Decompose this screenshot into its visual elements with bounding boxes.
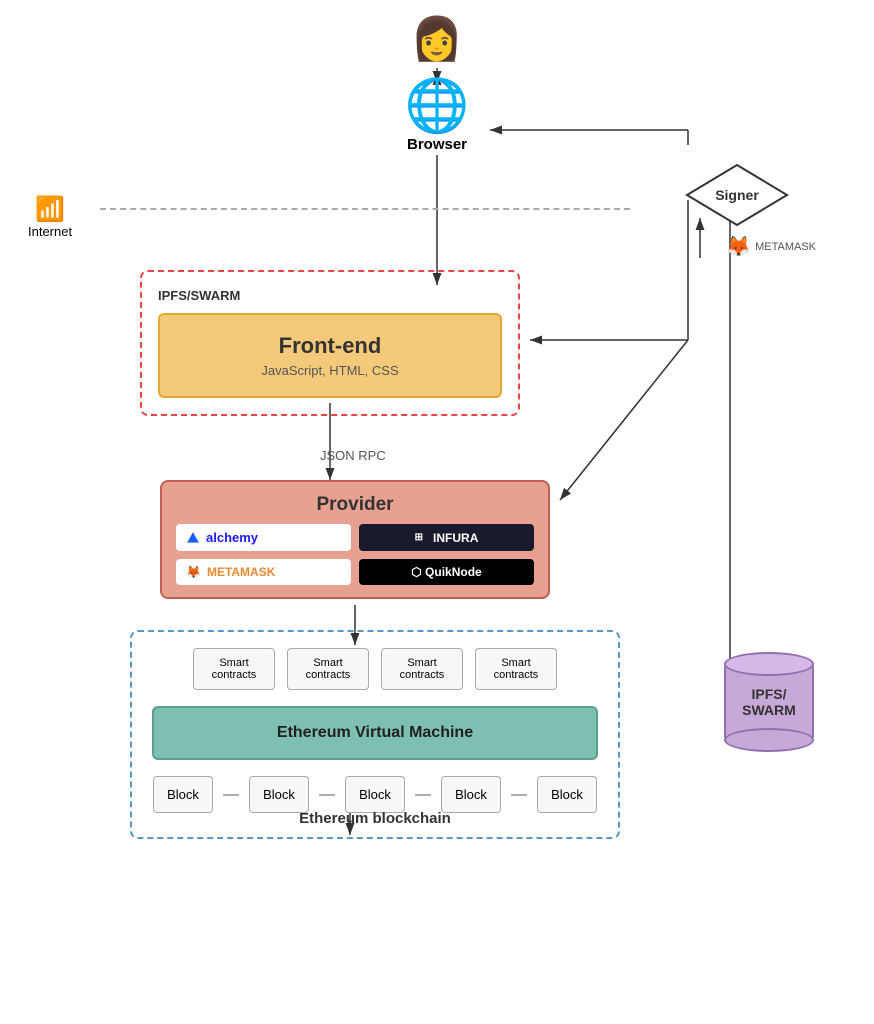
metamask-fox-icon: 🦊 [726,234,751,259]
evm-box: Ethereum Virtual Machine [152,706,598,760]
block-connector-3: — [415,786,431,804]
frontend-subtitle: JavaScript, HTML, CSS [180,363,480,378]
browser-label: Browser [405,136,470,153]
ethereum-blockchain-title: Ethereum blockchain [132,810,618,827]
block-2: Block [249,776,309,813]
user-emoji: 👩 [411,18,463,60]
internet-label: Internet [28,224,72,239]
json-rpc-label: JSON RPC [320,448,386,463]
block-5: Block [537,776,597,813]
alchemy-logo: alchemy [176,524,351,551]
internet-dashed-line [100,208,630,210]
architecture-diagram: 👩 🌐 Browser 📶 Internet Signer 🦊 METAMASK… [0,0,874,1024]
smart-contract-1: Smart contracts [193,648,275,690]
alchemy-icon [186,531,200,545]
wifi-icon: 📶 [28,195,72,224]
browser-globe-icon: 🌐 [405,80,470,132]
smart-contracts-row: Smart contracts Smart contracts Smart co… [152,648,598,690]
block-connector-4: — [511,786,527,804]
browser-box: 🌐 Browser [405,80,470,153]
block-connector-1: — [223,786,239,804]
block-3: Block [345,776,405,813]
infura-logo: ⊞ INFURA [359,524,534,551]
quiknode-text: ⬡ QuikNode [411,565,481,579]
cylinder-shape: IPFS/ SWARM [724,660,814,744]
block-1: Block [153,776,213,813]
ipfs-swarm-title: IPFS/SWARM [158,288,502,303]
ipfs-swarm-storage-text: IPFS/ SWARM [734,686,804,718]
metamask-signer-label: 🦊 METAMASK [726,234,816,259]
frontend-box: Front-end JavaScript, HTML, CSS [158,313,502,398]
ipfs-swarm-section: IPFS/SWARM Front-end JavaScript, HTML, C… [140,270,520,416]
internet-box: 📶 Internet [28,195,72,239]
smart-contract-2: Smart contracts [287,648,369,690]
metamask-provider-logo: 🦊 METAMASK [176,559,351,585]
metamask-provider-text: METAMASK [207,565,275,579]
ipfs-swarm-storage: IPFS/ SWARM [724,660,814,744]
quiknode-logo: ⬡ QuikNode [359,559,534,585]
frontend-title: Front-end [180,333,480,359]
signer-diamond-svg: Signer [682,160,792,230]
infura-symbol: ⊞ [415,532,423,543]
provider-box: Provider alchemy ⊞ INFURA 🦊 METAMASK ⬡ Q… [160,480,550,599]
provider-title: Provider [176,494,534,516]
metamask-text: METAMASK [755,241,816,253]
metamask-provider-fox-icon: 🦊 [186,565,201,579]
block-4: Block [441,776,501,813]
signer-diamond-container: Signer [682,160,792,235]
block-connector-2: — [319,786,335,804]
blocks-row: Block — Block — Block — Block — Block [152,776,598,813]
provider-logos: alchemy ⊞ INFURA 🦊 METAMASK ⬡ QuikNode [176,524,534,585]
smart-contract-4: Smart contracts [475,648,557,690]
smart-contract-3: Smart contracts [381,648,463,690]
infura-text: INFURA [433,531,478,545]
ethereum-blockchain-box: Smart contracts Smart contracts Smart co… [130,630,620,839]
alchemy-text: alchemy [206,530,258,545]
signer-text: Signer [715,187,759,203]
